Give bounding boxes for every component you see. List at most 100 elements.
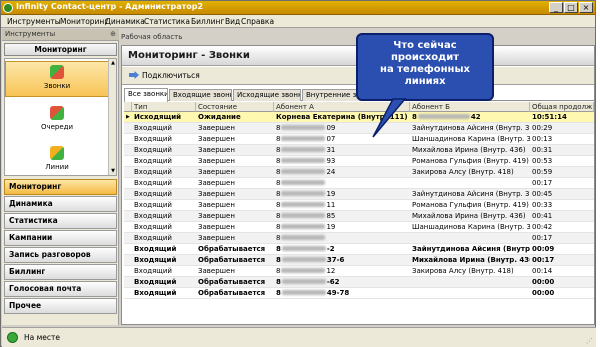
- table-row[interactable]: Входящий Обрабатывается 8 49-78 00:00: [124, 288, 594, 299]
- table-row[interactable]: Входящий Завершен 8 00:17: [124, 178, 594, 189]
- cell-subscriber-a: 8 19: [274, 189, 410, 200]
- row-indicator: [124, 156, 132, 167]
- cell-type: Входящий: [134, 190, 172, 198]
- cell-subscriber-b: Зайнутдинова Айсиня (Внутр. 368): [412, 190, 530, 198]
- menu-statistics[interactable]: Статистика: [144, 17, 190, 26]
- tool-calls[interactable]: Звонки: [5, 61, 109, 97]
- cell-type: Входящий: [134, 278, 177, 286]
- cell-duration: 00:14: [532, 267, 553, 275]
- maximize-button[interactable]: □: [564, 2, 578, 13]
- status-bar: На месте ⋰: [2, 327, 596, 347]
- redacted-phone: [281, 268, 326, 273]
- minimize-button[interactable]: _: [549, 2, 563, 13]
- col-subscriber-b[interactable]: Абонент Б: [410, 102, 530, 112]
- cell-state: Завершен: [198, 223, 235, 231]
- status-online-icon[interactable]: [7, 332, 18, 343]
- tab-incoming-calls[interactable]: Входящие звонки: [169, 89, 232, 101]
- tools-scrollbar[interactable]: ▲ ▼: [108, 59, 116, 175]
- nav-campaigns[interactable]: Кампании: [4, 230, 117, 246]
- cell-type: Входящий: [134, 234, 172, 242]
- row-indicator: [124, 244, 132, 255]
- tool-queues[interactable]: Очереди: [5, 103, 109, 137]
- tab-all-calls[interactable]: Все звонки: [124, 88, 168, 102]
- pin-icon[interactable]: ⊕: [110, 30, 116, 38]
- menu-monitoring[interactable]: Мониторинг: [60, 17, 108, 26]
- nav-statistics[interactable]: Статистика: [4, 213, 117, 229]
- row-indicator: [124, 255, 132, 266]
- resize-grip-icon[interactable]: ⋰: [586, 337, 593, 345]
- cell-state: Обрабатывается: [198, 256, 266, 264]
- row-indicator: [124, 178, 132, 189]
- cell-type: Исходящий: [134, 113, 182, 121]
- menu-view[interactable]: Вид: [225, 17, 240, 26]
- cell-state: Завершен: [198, 190, 235, 198]
- table-row[interactable]: Входящий Завершен 8 00:17: [124, 233, 594, 244]
- cell-duration: 00:17: [532, 234, 553, 242]
- phone-prefix: 8: [276, 190, 281, 198]
- phone-tail: 19: [326, 190, 336, 198]
- cell-subscriber-a: 8 24: [274, 167, 410, 178]
- table-row[interactable]: Входящий Завершен 8 31 Михайлова Ирина (Внут…: [124, 145, 594, 156]
- cell-duration: 00:29: [532, 124, 553, 132]
- cell-type: Входящий: [134, 289, 177, 297]
- cell-subscriber-b: Закирова Алсу (Внутр. 418): [412, 267, 514, 275]
- phone-tail: 09: [326, 124, 336, 132]
- tab-outgoing-calls[interactable]: Исходящие звонки: [233, 89, 301, 101]
- col-subscriber-a[interactable]: Абонент А: [274, 102, 410, 112]
- close-button[interactable]: ×: [579, 2, 593, 13]
- table-row[interactable]: Входящий Завершен 8 19 Зайнутдинова Айсиня (…: [124, 189, 594, 200]
- scroll-up-icon[interactable]: ▲: [109, 60, 116, 66]
- cell-duration: 00:13: [532, 135, 553, 143]
- table-row[interactable]: Входящий Обрабатывается 8 -62 00:00: [124, 277, 594, 288]
- table-row[interactable]: Входящий Завершен 8 11 Романова Гульфия (Вну…: [124, 200, 594, 211]
- connect-arrow-icon: [129, 71, 139, 79]
- cell-subscriber-a: 8 -62: [274, 277, 410, 288]
- cell-subscriber-a: 8: [274, 233, 410, 244]
- col-type[interactable]: Тип: [132, 102, 196, 112]
- nav-monitoring[interactable]: Мониторинг: [4, 179, 117, 195]
- menu-help[interactable]: Справка: [241, 17, 274, 26]
- cell-type: Входящий: [134, 146, 172, 154]
- cell-subscriber-a: 8 31: [274, 145, 410, 156]
- nav-dynamics[interactable]: Динамика: [4, 196, 117, 212]
- phone-prefix: 8: [412, 113, 417, 121]
- table-row[interactable]: ▶ Исходящий Ожидание Корнева Екатерина (Вну…: [124, 112, 594, 123]
- table-row[interactable]: Входящий Завершен 8 24 Закирова Алсу (Внутр.…: [124, 167, 594, 178]
- table-row[interactable]: Входящий Завершен 8 09 Зайнутдинова Айсиня (…: [124, 123, 594, 134]
- cell-state: Завершен: [198, 124, 235, 132]
- cell-subscriber-a: 8 07: [274, 134, 410, 145]
- nav-voicemail[interactable]: Голосовая почта: [4, 281, 117, 297]
- nav-call-recordings[interactable]: Запись разговоров: [4, 247, 117, 263]
- phone-tail: 12: [326, 267, 336, 275]
- row-indicator: [124, 200, 132, 211]
- menu-billing[interactable]: Биллинг: [191, 17, 224, 26]
- menu-dynamics[interactable]: Динамика: [105, 17, 145, 26]
- cell-state: Завершен: [198, 201, 235, 209]
- redacted-phone: [281, 191, 326, 196]
- cell-type: Входящий: [134, 212, 172, 220]
- phone-prefix: 8: [276, 245, 281, 253]
- table-row[interactable]: Входящий Завершен 8 85 Михайлова Ирина (Внут…: [124, 211, 594, 222]
- cell-subscriber-b: Романова Гульфия (Внутр. 419): [412, 201, 529, 209]
- table-row[interactable]: Входящий Завершен 8 19 Шаншадинова Карина (В…: [124, 222, 594, 233]
- phone-prefix: 8: [276, 223, 281, 231]
- tools-panel-title: Инструменты: [5, 30, 56, 38]
- scroll-down-icon[interactable]: ▼: [109, 168, 116, 174]
- nav-billing[interactable]: Биллинг: [4, 264, 117, 280]
- col-duration[interactable]: Общая продолжите: [530, 102, 594, 112]
- cell-type: Входящий: [134, 256, 177, 264]
- cell-type: Входящий: [134, 245, 177, 253]
- connect-button[interactable]: Подключиться: [126, 69, 203, 83]
- tool-lines[interactable]: Линии: [5, 143, 109, 175]
- menu-tools[interactable]: Инструменты: [7, 17, 61, 26]
- table-row[interactable]: Входящий Завершен 8 07 Шаншадинова Карина (В…: [124, 134, 594, 145]
- table-row[interactable]: Входящий Обрабатывается 8 37-6 Михайлова Ири…: [124, 255, 594, 266]
- table-row[interactable]: Входящий Завершен 8 12 Закирова Алсу (Внутр.…: [124, 266, 594, 277]
- cell-duration: 00:33: [532, 201, 553, 209]
- table-row[interactable]: Входящий Обрабатывается 8 -2 Зайнутдинова Ай…: [124, 244, 594, 255]
- cell-subscriber-a: 8 -2: [274, 244, 410, 255]
- calls-grid: Тип Состояние Абонент А Абонент Б Общая …: [124, 102, 594, 299]
- col-state[interactable]: Состояние: [196, 102, 274, 112]
- nav-other[interactable]: Прочее: [4, 298, 117, 314]
- table-row[interactable]: Входящий Завершен 8 93 Романова Гульфия (Вну…: [124, 156, 594, 167]
